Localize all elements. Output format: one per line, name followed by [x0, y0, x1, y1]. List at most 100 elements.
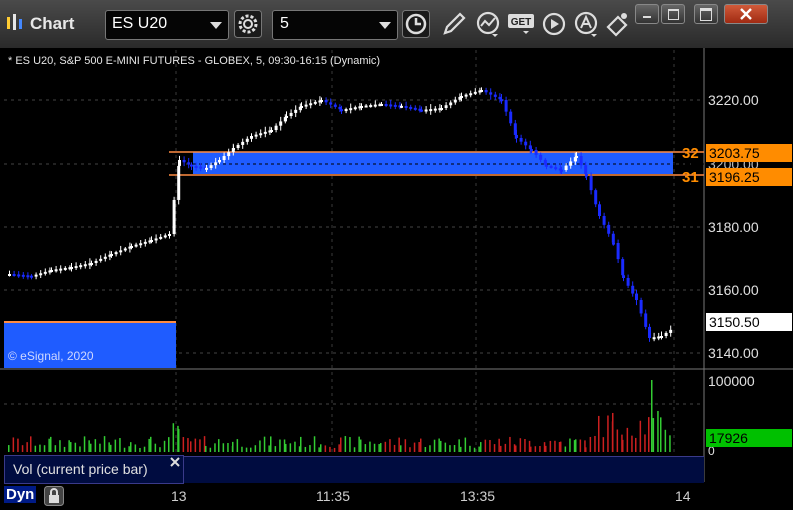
price-chart[interactable]	[0, 48, 793, 510]
indicator-icon[interactable]	[474, 10, 502, 38]
volume-bar	[635, 437, 637, 452]
symbol-dropdown-icon[interactable]	[210, 22, 222, 29]
candle-body	[134, 244, 138, 247]
candle-body	[340, 109, 343, 112]
candle-body	[59, 268, 63, 271]
volume-bar	[329, 446, 331, 452]
price-tick: 3180.00	[708, 219, 759, 235]
candle-body	[579, 156, 583, 166]
volume-bar	[648, 417, 650, 452]
volume-bar	[389, 439, 391, 452]
candle-body	[313, 101, 317, 104]
volume-bar	[549, 440, 552, 452]
volume-bar	[478, 446, 480, 452]
candle-body	[285, 116, 288, 118]
volume-bar	[130, 442, 132, 452]
volume-bar	[119, 438, 121, 452]
title-bar: Chart ES U20 5 GET	[0, 0, 793, 49]
minimize-glyph	[643, 16, 651, 18]
candle-body	[274, 125, 278, 130]
volume-bar	[274, 446, 277, 452]
play-icon[interactable]	[540, 10, 568, 38]
candle-body	[413, 107, 417, 110]
study-label[interactable]: Vol (current price bar)	[4, 455, 184, 484]
candle-body	[602, 216, 606, 225]
volume-bar	[460, 446, 462, 452]
restore-icon[interactable]	[661, 4, 685, 24]
candle-body	[498, 96, 502, 100]
lock-icon[interactable]	[44, 486, 64, 506]
get-data-icon[interactable]: GET	[507, 12, 537, 38]
volume-bar	[154, 443, 157, 452]
volume-bar	[509, 436, 511, 452]
candle-body	[364, 105, 368, 108]
close-study-icon[interactable]	[170, 457, 180, 467]
text-annotation-icon[interactable]	[572, 10, 600, 38]
volume-bar	[168, 437, 170, 452]
candle-body	[63, 267, 67, 270]
candle-body	[333, 104, 337, 107]
volume-bar	[139, 447, 141, 452]
volume-bar	[12, 437, 15, 452]
candle-body	[564, 165, 568, 170]
candle-body	[177, 165, 181, 200]
candle-body	[99, 258, 103, 261]
close-icon[interactable]	[724, 4, 768, 24]
candle-body	[8, 274, 11, 276]
candle-body	[154, 238, 158, 241]
study-pane-strip	[184, 456, 704, 483]
interval-dropdown-icon[interactable]	[379, 22, 391, 29]
volume-bar	[279, 439, 281, 452]
candle-body	[205, 167, 208, 170]
candle-body	[304, 104, 308, 107]
symbol-input[interactable]: ES U20	[105, 10, 229, 40]
volume-bar	[651, 380, 653, 452]
candle-body	[616, 243, 620, 260]
volume-bar	[205, 445, 207, 452]
candle-body	[168, 234, 171, 236]
maximize-icon[interactable]	[694, 4, 718, 24]
volume-bar	[579, 439, 582, 452]
volume-bar	[300, 436, 302, 452]
symbol-value: ES U20	[112, 15, 168, 32]
candle-body	[34, 274, 38, 277]
volume-bar	[134, 444, 137, 452]
candle-body	[349, 108, 353, 111]
volume-bar	[110, 444, 112, 452]
pencil-icon[interactable]	[440, 10, 468, 38]
dynamic-label[interactable]: Dyn	[4, 486, 37, 503]
candle-body	[360, 106, 363, 108]
volume-bar	[393, 444, 396, 452]
interval-input[interactable]: 5	[272, 10, 398, 40]
candle-body	[190, 164, 193, 167]
volume-bar	[369, 441, 371, 452]
candle-body	[652, 337, 656, 340]
candle-body	[509, 111, 513, 124]
candle-body	[241, 141, 245, 145]
minimize-icon[interactable]	[635, 4, 659, 24]
chart-area[interactable]	[0, 48, 793, 510]
volume-bar	[458, 439, 460, 452]
volume-bar	[270, 436, 272, 452]
volume-bar	[74, 442, 77, 452]
candle-body	[83, 264, 87, 267]
volume-bar	[622, 439, 624, 452]
link-icon[interactable]	[604, 10, 632, 38]
settings-gear-icon[interactable]	[234, 10, 262, 38]
volume-bar	[664, 429, 667, 452]
volume-bar	[21, 445, 24, 452]
candle-body	[449, 102, 453, 106]
candle-body	[373, 104, 377, 107]
volume-bar	[524, 438, 526, 452]
volume-bar	[227, 442, 229, 452]
volume-bar	[254, 445, 257, 452]
candle-body	[657, 336, 661, 339]
clock-icon[interactable]	[402, 10, 430, 38]
volume-bar	[199, 439, 201, 452]
candle-body	[464, 94, 468, 97]
candle-body	[320, 100, 323, 102]
volume-bar	[626, 427, 629, 452]
volume-bar	[30, 436, 32, 452]
candle-body	[460, 96, 463, 98]
volume-bar	[250, 447, 252, 452]
